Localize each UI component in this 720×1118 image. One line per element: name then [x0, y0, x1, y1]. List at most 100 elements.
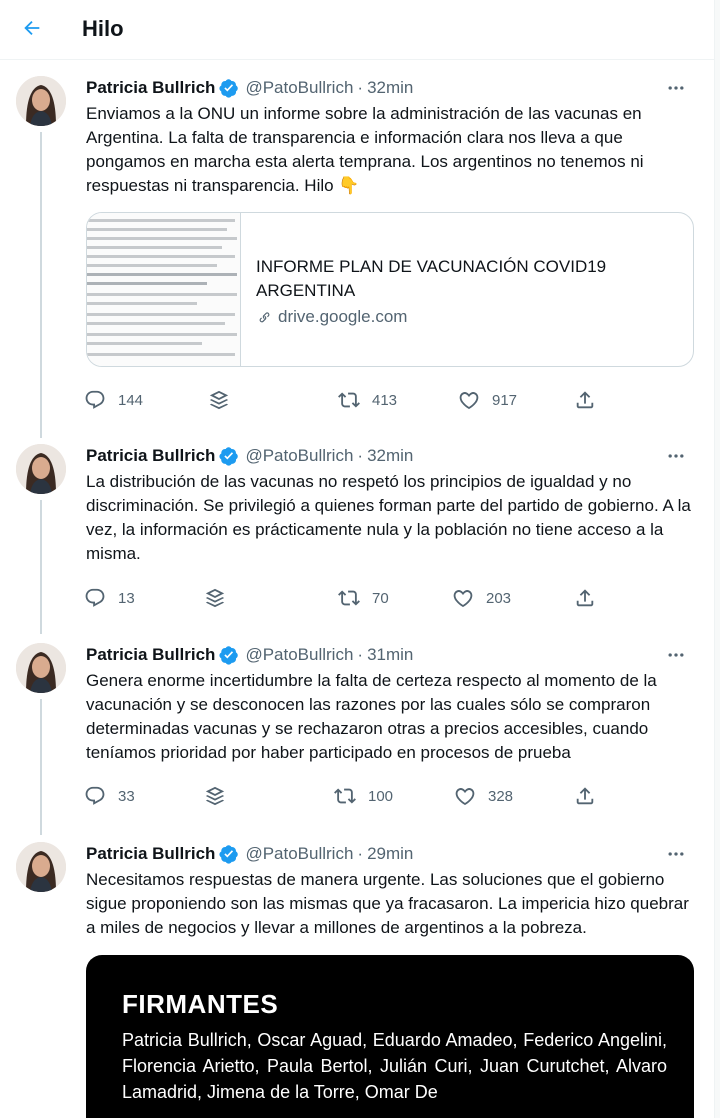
like-count: 917 — [492, 391, 518, 409]
verified-badge-icon — [219, 845, 239, 864]
author-handle[interactable]: @PatoBullrich — [245, 844, 353, 864]
author-name[interactable]: Patricia Bullrich — [86, 844, 215, 864]
stack-icon — [205, 588, 225, 608]
retweet-count: 100 — [368, 787, 394, 805]
separator: · — [357, 645, 364, 664]
media-title: FIRMANTES — [122, 989, 279, 1019]
timestamp[interactable]: 32min — [367, 78, 413, 98]
tweet-actions: 13 70 203 — [84, 584, 604, 612]
retweet-icon — [338, 392, 360, 408]
retweet-icon — [338, 590, 360, 606]
retweet-button[interactable]: 70 — [338, 584, 389, 612]
page-title: Hilo — [82, 16, 124, 41]
like-count: 328 — [488, 787, 514, 805]
more-button[interactable] — [664, 444, 688, 468]
more-button[interactable] — [664, 842, 688, 866]
avatar[interactable] — [16, 444, 66, 494]
share-icon — [576, 391, 594, 409]
share-button[interactable] — [574, 782, 596, 810]
verified-badge-icon — [219, 646, 239, 665]
avatar[interactable] — [16, 76, 66, 126]
verified-badge-icon — [219, 79, 239, 98]
timestamp[interactable]: 29min — [367, 844, 413, 864]
separator: · — [357, 78, 364, 97]
more-button[interactable] — [664, 643, 688, 667]
reply-icon — [85, 786, 105, 805]
tweet[interactable]: Patricia Bullrich @PatoBullrich · 31min … — [0, 643, 714, 835]
link-card[interactable]: INFORME PLAN DE VACUNACIÓN COVID19 ARGEN… — [86, 212, 694, 367]
tweet-text: Necesitamos respuestas de manera urgente… — [86, 870, 689, 937]
page-header: Hilo — [0, 0, 714, 60]
timestamp[interactable]: 32min — [367, 446, 413, 466]
tweet-text: Genera enorme incertidumbre la falta de … — [86, 671, 657, 762]
more-icon — [668, 653, 684, 657]
like-button[interactable]: 203 — [452, 584, 511, 612]
author-handle[interactable]: @PatoBullrich — [245, 446, 353, 466]
timestamp[interactable]: 31min — [367, 645, 413, 665]
stack-button[interactable] — [208, 386, 230, 414]
share-button[interactable] — [574, 584, 596, 612]
thread-line — [40, 699, 42, 835]
back-arrow-icon — [24, 20, 40, 36]
share-icon — [576, 787, 594, 805]
tweet-media-image[interactable]: FIRMANTES Patricia Bullrich, Oscar Aguad… — [86, 955, 694, 1118]
separator: · — [357, 446, 364, 465]
retweet-count: 413 — [372, 391, 398, 409]
reply-button[interactable]: 33 — [84, 782, 135, 810]
like-icon — [453, 589, 473, 608]
reply-button[interactable]: 144 — [84, 386, 143, 414]
tweet-header: Patricia Bullrich @PatoBullrich · 32min — [86, 444, 413, 468]
tweet-text: Enviamos a la ONU un informe sobre la ad… — [86, 104, 644, 195]
tweet-text: La distribución de las vacunas no respet… — [86, 472, 691, 563]
like-button[interactable]: 328 — [454, 782, 513, 810]
reply-count: 13 — [118, 589, 135, 607]
reply-count: 144 — [118, 391, 144, 409]
card-thumbnail — [87, 213, 241, 366]
retweet-button[interactable]: 413 — [338, 386, 397, 414]
author-handle[interactable]: @PatoBullrich — [245, 78, 353, 98]
thread-line — [40, 132, 42, 438]
reply-button[interactable]: 13 — [84, 584, 135, 612]
link-icon — [259, 312, 270, 323]
separator: · — [357, 844, 364, 863]
tweet-actions: 33 100 328 — [84, 782, 604, 810]
like-icon — [455, 787, 475, 806]
stack-icon — [209, 390, 229, 410]
author-handle[interactable]: @PatoBullrich — [245, 645, 353, 665]
author-name[interactable]: Patricia Bullrich — [86, 446, 215, 466]
card-title: INFORME PLAN DE VACUNACIÓN COVID19 ARGEN… — [256, 257, 607, 300]
more-button[interactable] — [664, 76, 688, 100]
tweet-header: Patricia Bullrich @PatoBullrich · 32min — [86, 76, 413, 100]
tweet-header: Patricia Bullrich @PatoBullrich · 29min — [86, 842, 413, 866]
card-domain-text: drive.google.com — [278, 307, 408, 326]
share-button[interactable] — [574, 386, 596, 414]
stack-button[interactable] — [204, 782, 226, 810]
scrollbar[interactable] — [714, 0, 720, 1118]
stack-icon — [205, 786, 225, 806]
retweet-button[interactable]: 100 — [334, 782, 393, 810]
author-name[interactable]: Patricia Bullrich — [86, 645, 215, 665]
avatar[interactable] — [16, 842, 66, 892]
tweet[interactable]: Patricia Bullrich @PatoBullrich · 32min … — [0, 444, 714, 634]
verified-badge-icon — [219, 447, 239, 466]
tweet[interactable]: Patricia Bullrich @PatoBullrich · 32min … — [0, 76, 714, 438]
more-icon — [668, 86, 684, 90]
more-icon — [668, 454, 684, 458]
share-icon — [576, 589, 594, 607]
card-domain: drive.google.com — [256, 307, 676, 327]
avatar[interactable] — [16, 643, 66, 693]
tweet-header: Patricia Bullrich @PatoBullrich · 31min — [86, 643, 413, 667]
card-info: INFORME PLAN DE VACUNACIÓN COVID19 ARGEN… — [256, 255, 676, 327]
retweet-icon — [334, 788, 356, 804]
more-icon — [668, 852, 684, 856]
like-button[interactable]: 917 — [458, 386, 517, 414]
thread-line — [40, 500, 42, 634]
like-count: 203 — [486, 589, 512, 607]
reply-icon — [85, 390, 105, 409]
author-name[interactable]: Patricia Bullrich — [86, 78, 215, 98]
reply-icon — [85, 588, 105, 607]
back-button[interactable] — [18, 14, 46, 42]
tweet-actions: 144 413 917 — [84, 386, 604, 414]
stack-button[interactable] — [204, 584, 226, 612]
reply-count: 33 — [118, 787, 135, 805]
